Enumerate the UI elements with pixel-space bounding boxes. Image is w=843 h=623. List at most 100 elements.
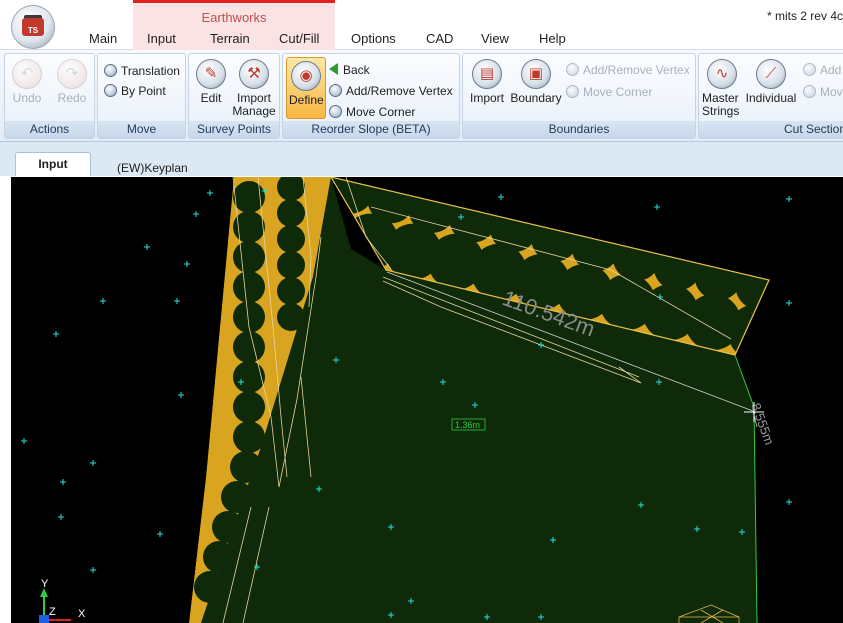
cut-add-icon — [803, 63, 816, 76]
doc-tab-keyplan[interactable]: (EW)Keyplan — [117, 161, 188, 175]
cut-move-icon — [803, 85, 816, 98]
translation-icon — [104, 64, 117, 77]
app-menu-button[interactable]: TS — [11, 5, 55, 49]
individual-icon: ⟋ — [756, 59, 786, 89]
survey-point-marker — [498, 194, 504, 200]
slope-scallop — [233, 211, 265, 243]
tab-options[interactable]: Options — [351, 31, 396, 46]
survey-point-marker — [193, 211, 199, 217]
slope-scallop — [694, 252, 743, 301]
edit-survey-points-button[interactable]: ✎ Edit — [194, 59, 228, 105]
cut-add-label: Add — [820, 63, 842, 77]
tab-main[interactable]: Main — [89, 31, 117, 46]
group-caption-boundaries: Boundaries — [463, 121, 695, 138]
boundary-add-remove-vertex-icon — [566, 63, 579, 76]
group-reorder-slope: ◉ Define Back Add/Remove Vertex Move Cor… — [282, 53, 460, 139]
translation-button[interactable]: Translation — [104, 63, 180, 79]
define-icon: ◉ — [291, 61, 321, 91]
translation-label: Translation — [121, 64, 180, 78]
boundary-button[interactable]: ▣ Boundary — [508, 59, 564, 105]
by-point-icon — [104, 84, 117, 97]
drawing-canvas[interactable]: 110.542m 8.555m 1.36m Y Z X — [11, 177, 843, 623]
group-caption-move: Move — [98, 121, 185, 138]
redo-icon: ↷ — [57, 59, 87, 89]
individual-button[interactable]: ⟋ Individual — [742, 59, 800, 105]
axis-label-z: Z — [49, 606, 56, 618]
slope-scallop — [233, 421, 265, 453]
survey-point-marker — [90, 460, 96, 466]
edit-label: Edit — [200, 91, 222, 105]
group-boundaries: ▤ Import ▣ Boundary Add/Remove Vertex Mo… — [462, 53, 696, 139]
slope-scallop — [612, 232, 661, 281]
axis-label-y: Y — [41, 578, 49, 590]
slope-add-remove-vertex-button[interactable]: Add/Remove Vertex — [329, 83, 453, 99]
survey-point-marker — [60, 479, 66, 485]
survey-point-marker — [90, 567, 96, 573]
logo-text: TS — [22, 18, 44, 36]
edit-icon: ✎ — [196, 59, 226, 89]
doc-tab-input[interactable]: Input — [15, 152, 91, 176]
survey-point-marker — [184, 261, 190, 267]
add-remove-vertex-icon — [329, 84, 342, 97]
contextual-tab-group-label: Earthworks — [201, 10, 267, 25]
slope-scallop — [233, 331, 265, 363]
group-caption-cut-sections: Cut Section — [699, 121, 843, 138]
survey-point-marker — [144, 244, 150, 250]
slope-scallop — [571, 223, 620, 272]
tab-input[interactable]: Input — [147, 31, 176, 46]
move-corner-icon — [329, 105, 342, 118]
survey-point-marker — [786, 499, 792, 505]
define-button[interactable]: ◉ Define — [286, 57, 326, 119]
tab-cad[interactable]: CAD — [426, 31, 453, 46]
slope-add-remove-vertex-label: Add/Remove Vertex — [346, 84, 453, 98]
cut-move-button[interactable]: Mov — [803, 84, 843, 100]
define-label: Define — [289, 93, 324, 107]
ribbon: ↶ Undo ↷ Redo Actions Translation By Poi… — [0, 50, 843, 142]
undo-button[interactable]: ↶ Undo — [9, 59, 45, 105]
tab-terrain[interactable]: Terrain — [210, 31, 250, 46]
boundaries-import-label: Import — [469, 91, 504, 105]
redo-button[interactable]: ↷ Redo — [54, 59, 90, 105]
survey-point-marker — [786, 196, 792, 202]
group-caption-survey-points: Survey Points — [189, 121, 279, 138]
tab-cut-fill[interactable]: Cut/Fill — [279, 31, 319, 46]
slope-scallop — [277, 225, 305, 253]
master-strings-button[interactable]: ∿ Master Strings — [702, 59, 742, 118]
survey-point-marker — [207, 190, 213, 196]
slope-move-corner-button[interactable]: Move Corner — [329, 104, 415, 120]
axis-indicator: Y Z X — [39, 578, 86, 623]
import-manage-button[interactable]: ⚒ Import Manage — [231, 59, 277, 118]
back-button[interactable]: Back — [329, 62, 370, 78]
boundary-add-remove-vertex-button[interactable]: Add/Remove Vertex — [566, 62, 690, 78]
survey-point-marker — [53, 331, 59, 337]
master-strings-icon: ∿ — [707, 59, 737, 89]
survey-point-marker — [157, 531, 163, 537]
back-label: Back — [343, 63, 370, 77]
by-point-button[interactable]: By Point — [104, 83, 166, 99]
tab-help[interactable]: Help — [539, 31, 566, 46]
individual-label: Individual — [745, 91, 797, 105]
survey-point-marker — [786, 300, 792, 306]
import-manage-label-1: Import — [236, 91, 271, 105]
boundary-label: Boundary — [510, 91, 562, 105]
tab-view[interactable]: View — [481, 31, 509, 46]
survey-point-marker — [21, 438, 27, 444]
survey-point-marker — [58, 514, 64, 520]
slope-scallop — [233, 241, 265, 273]
group-caption-reorder-slope: Reorder Slope (BETA) — [283, 121, 459, 138]
survey-point-marker — [654, 204, 660, 210]
cad-viewport[interactable]: 110.542m 8.555m 1.36m Y Z X — [11, 177, 843, 623]
area-label: 1.36m — [455, 420, 480, 430]
cut-move-label: Mov — [820, 85, 843, 99]
slope-move-corner-label: Move Corner — [346, 105, 416, 119]
undo-icon: ↶ — [12, 59, 42, 89]
title-bar: TS Earthworks Main Input Terrain Cut/Fil… — [0, 0, 843, 50]
master-strings-label-2: Strings — [702, 104, 740, 118]
import-boundary-button[interactable]: ▤ Import — [466, 59, 508, 105]
document-tabs: Input (EW)Keyplan — [0, 142, 843, 176]
slope-scallop — [653, 242, 702, 291]
cut-add-button[interactable]: Add — [803, 62, 841, 78]
boundary-move-corner-icon — [566, 85, 579, 98]
slope-scallop — [277, 199, 305, 227]
boundary-move-corner-button[interactable]: Move Corner — [566, 84, 652, 100]
